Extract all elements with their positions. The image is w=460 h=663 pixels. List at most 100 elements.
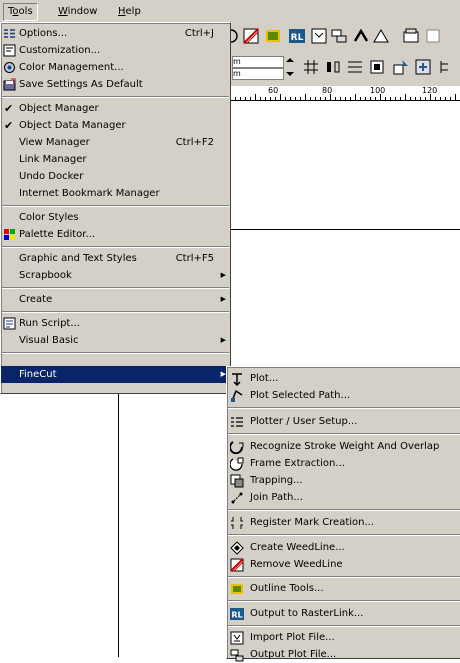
output-plot-file-icon <box>230 649 244 662</box>
ruler-tick <box>420 97 421 100</box>
menu-item-graphic-text-styles[interactable]: Graphic and Text Styles Ctrl+F5 <box>1 250 230 267</box>
menu-item-register-mark[interactable]: Register Mark Creation... <box>227 514 460 531</box>
menu-item-label: Options... <box>19 28 68 39</box>
ruler-tick <box>300 97 301 100</box>
menu-item-customization[interactable]: Customization... <box>1 42 230 59</box>
menu-item-join-path[interactable]: Join Path... <box>227 489 460 506</box>
menu-item-scrapbook[interactable]: Scrapbook ▶ <box>1 267 230 284</box>
menu-item-object-data-manager[interactable]: ✔ Object Data Manager <box>1 117 230 134</box>
menu-separator <box>228 433 460 435</box>
align-tool-icon[interactable] <box>324 58 342 76</box>
toolbar-icon-9[interactable] <box>402 27 420 45</box>
menu-separator <box>228 534 460 536</box>
svg-text:RL: RL <box>291 33 304 43</box>
outline-tools-tool-icon[interactable] <box>264 27 282 45</box>
plotter-setup-icon <box>231 417 243 427</box>
rasterlink-tool-icon[interactable]: RL <box>288 27 306 45</box>
ruler-tick <box>425 97 426 100</box>
grid-tool-icon[interactable] <box>302 58 320 76</box>
import-plot-tool-icon[interactable] <box>310 27 328 45</box>
menu-item-link-manager[interactable]: Link Manager <box>1 151 230 168</box>
menu-help[interactable]: Help <box>114 4 145 20</box>
checkmark-icon: ✔ <box>4 119 14 132</box>
customization-icon <box>3 44 16 57</box>
menu-tools[interactable]: Tools <box>3 3 38 21</box>
ruler-tick <box>260 97 261 100</box>
select-tool-icon[interactable] <box>392 58 410 76</box>
toolbar-icon-10[interactable] <box>424 27 442 45</box>
standard-toolbar: RL <box>224 22 460 51</box>
join-path-icon <box>231 492 243 504</box>
menu-window-label: Window <box>58 6 98 17</box>
menu-separator <box>228 625 460 627</box>
menu-item-create[interactable]: Create ▶ <box>1 291 230 308</box>
menu-separator <box>2 96 229 98</box>
ruler-tick <box>235 97 236 100</box>
menu-item-shortcut: Ctrl+F5 <box>175 253 214 264</box>
menu-item-color-management[interactable]: Color Management... <box>1 59 230 76</box>
ruler-tick <box>400 97 401 100</box>
menu-item-outline-tools[interactable]: Outline Tools... <box>227 580 460 597</box>
menu-item-options[interactable]: Options... Ctrl+J <box>1 25 230 42</box>
menu-separator <box>2 246 229 248</box>
menu-separator <box>2 311 229 313</box>
register-mark-icon <box>231 517 243 529</box>
menu-item-palette-editor[interactable]: Palette Editor... <box>1 226 230 243</box>
ruler-tick <box>450 97 451 100</box>
menu-window[interactable]: Window <box>54 4 101 20</box>
menu-separator <box>2 287 229 289</box>
menu-item-finecut[interactable]: FineCut ▶ <box>1 366 230 383</box>
output-plot-tool-icon[interactable] <box>330 27 348 45</box>
unit-field-a[interactable]: m <box>232 56 284 68</box>
menu-item-color-styles[interactable]: Color Styles <box>1 209 230 226</box>
menu-item-run-script[interactable]: Run Script... <box>1 315 230 332</box>
ruler-tick <box>270 97 271 100</box>
menu-item-plotter-user-setup[interactable]: Plotter / User Setup... <box>227 413 460 430</box>
menu-item-internet-bookmark-manager[interactable]: Internet Bookmark Manager <box>1 185 230 202</box>
order-tool-icon[interactable] <box>368 58 386 76</box>
join-tool-icon[interactable] <box>352 27 370 45</box>
menu-item-recognize-stroke[interactable]: Recognize Stroke Weight And Overlap <box>227 438 460 455</box>
triangle-tool-icon[interactable] <box>372 27 390 45</box>
spinner-icon[interactable] <box>284 56 296 78</box>
menu-item-visual-basic[interactable]: Visual Basic ▶ <box>1 332 230 349</box>
menu-item-plot[interactable]: Plot... <box>227 370 460 387</box>
tree-tool-icon[interactable] <box>438 58 456 76</box>
ruler-tick <box>305 94 306 100</box>
recognize-stroke-icon <box>230 441 244 454</box>
svg-text:RL: RL <box>231 611 242 620</box>
menu-item-trapping[interactable]: Trapping... <box>227 472 460 489</box>
unit-field-b-value: m <box>233 69 241 78</box>
menu-item-view-manager[interactable]: View Manager Ctrl+F2 <box>1 134 230 151</box>
ruler-tick <box>405 94 406 100</box>
plot-icon <box>232 373 242 386</box>
menu-item-create-weedline[interactable]: Create WeedLine... <box>227 539 460 556</box>
distribute-tool-icon[interactable] <box>346 58 364 76</box>
menu-item-label: Recognize Stroke Weight And Overlap <box>250 441 440 452</box>
page-border-line <box>118 392 119 657</box>
menu-item-output-rasterlink[interactable]: RL Output to RasterLink... <box>227 605 460 622</box>
menu-item-frame-extraction[interactable]: Frame Extraction... <box>227 455 460 472</box>
rasterlink-icon: RL <box>230 608 244 620</box>
menu-item-object-manager[interactable]: ✔ Object Manager <box>1 100 230 117</box>
menu-item-import-plot-file[interactable]: Import Plot File... <box>227 629 460 646</box>
menu-item-label: Trapping... <box>250 475 303 486</box>
menu-item-label: Import Plot File... <box>250 632 335 643</box>
zoom-tool-icon[interactable] <box>414 58 432 76</box>
submenu-arrow-icon: ▶ <box>220 271 226 279</box>
ruler-tick <box>275 97 276 100</box>
menu-item-label: Object Manager <box>19 103 99 114</box>
menu-item-label: Join Path... <box>250 492 303 503</box>
remove-weedline-tool-icon[interactable] <box>242 27 260 45</box>
menu-item-label: Run Script... <box>19 318 80 329</box>
menu-item-output-plot-file[interactable]: Output Plot File... <box>227 646 460 663</box>
menu-item-remove-weedline[interactable]: Remove WeedLine <box>227 556 460 573</box>
ruler-tick <box>320 97 321 100</box>
menu-item-save-settings[interactable]: Save Settings As Default <box>1 76 230 93</box>
ruler-tick <box>375 97 376 100</box>
property-bar: m m <box>228 50 460 86</box>
unit-field-b[interactable]: m <box>232 68 284 80</box>
ruler-tick <box>430 94 431 100</box>
menu-item-plot-selected-path[interactable]: Plot Selected Path... <box>227 387 460 404</box>
menu-item-undo-docker[interactable]: Undo Docker <box>1 168 230 185</box>
